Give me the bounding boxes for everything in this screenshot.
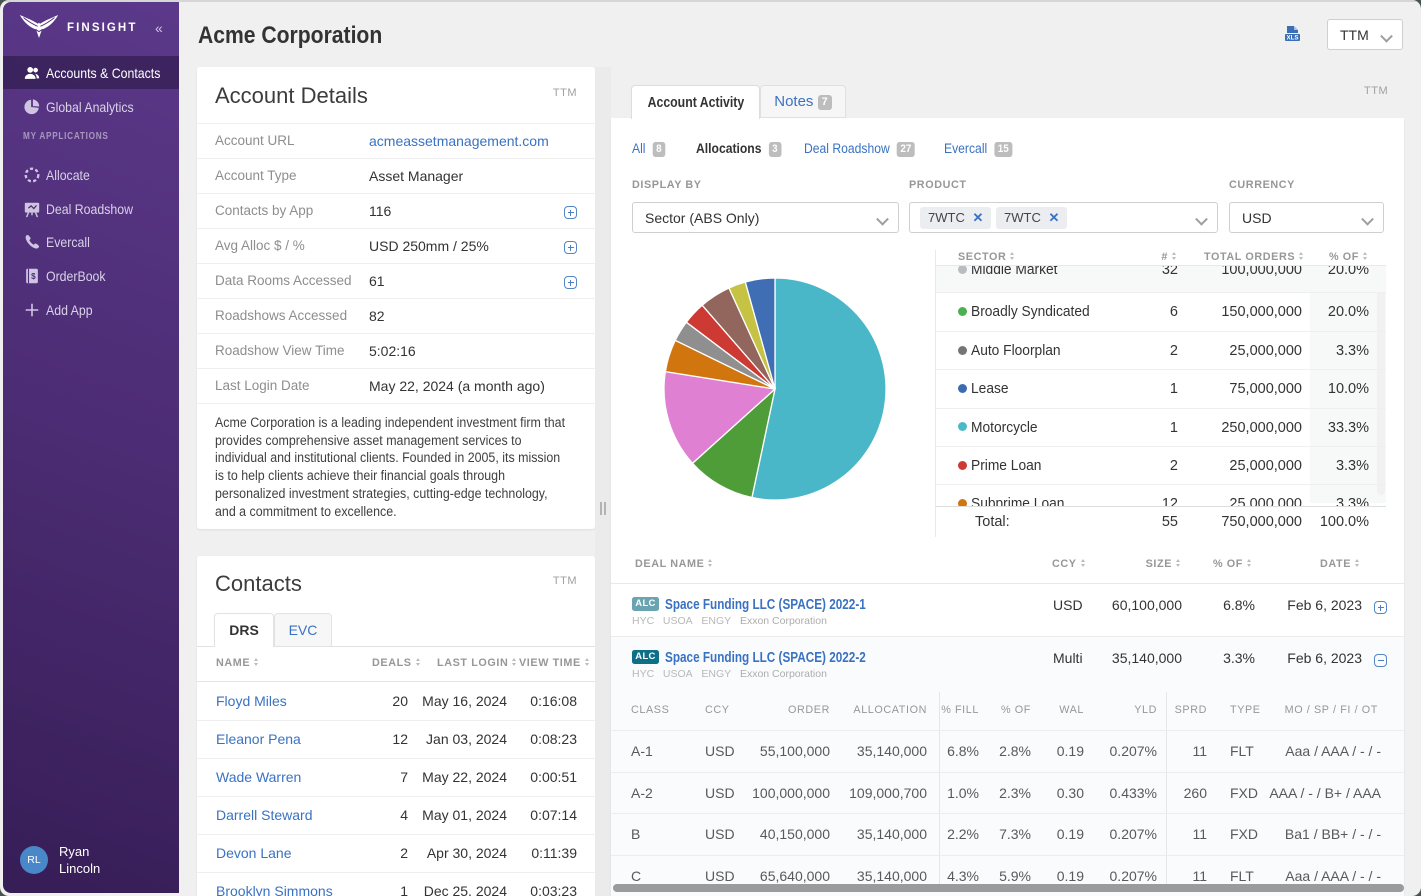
svg-text:XLS: XLS: [1286, 35, 1298, 41]
svg-text:$: $: [31, 272, 36, 281]
